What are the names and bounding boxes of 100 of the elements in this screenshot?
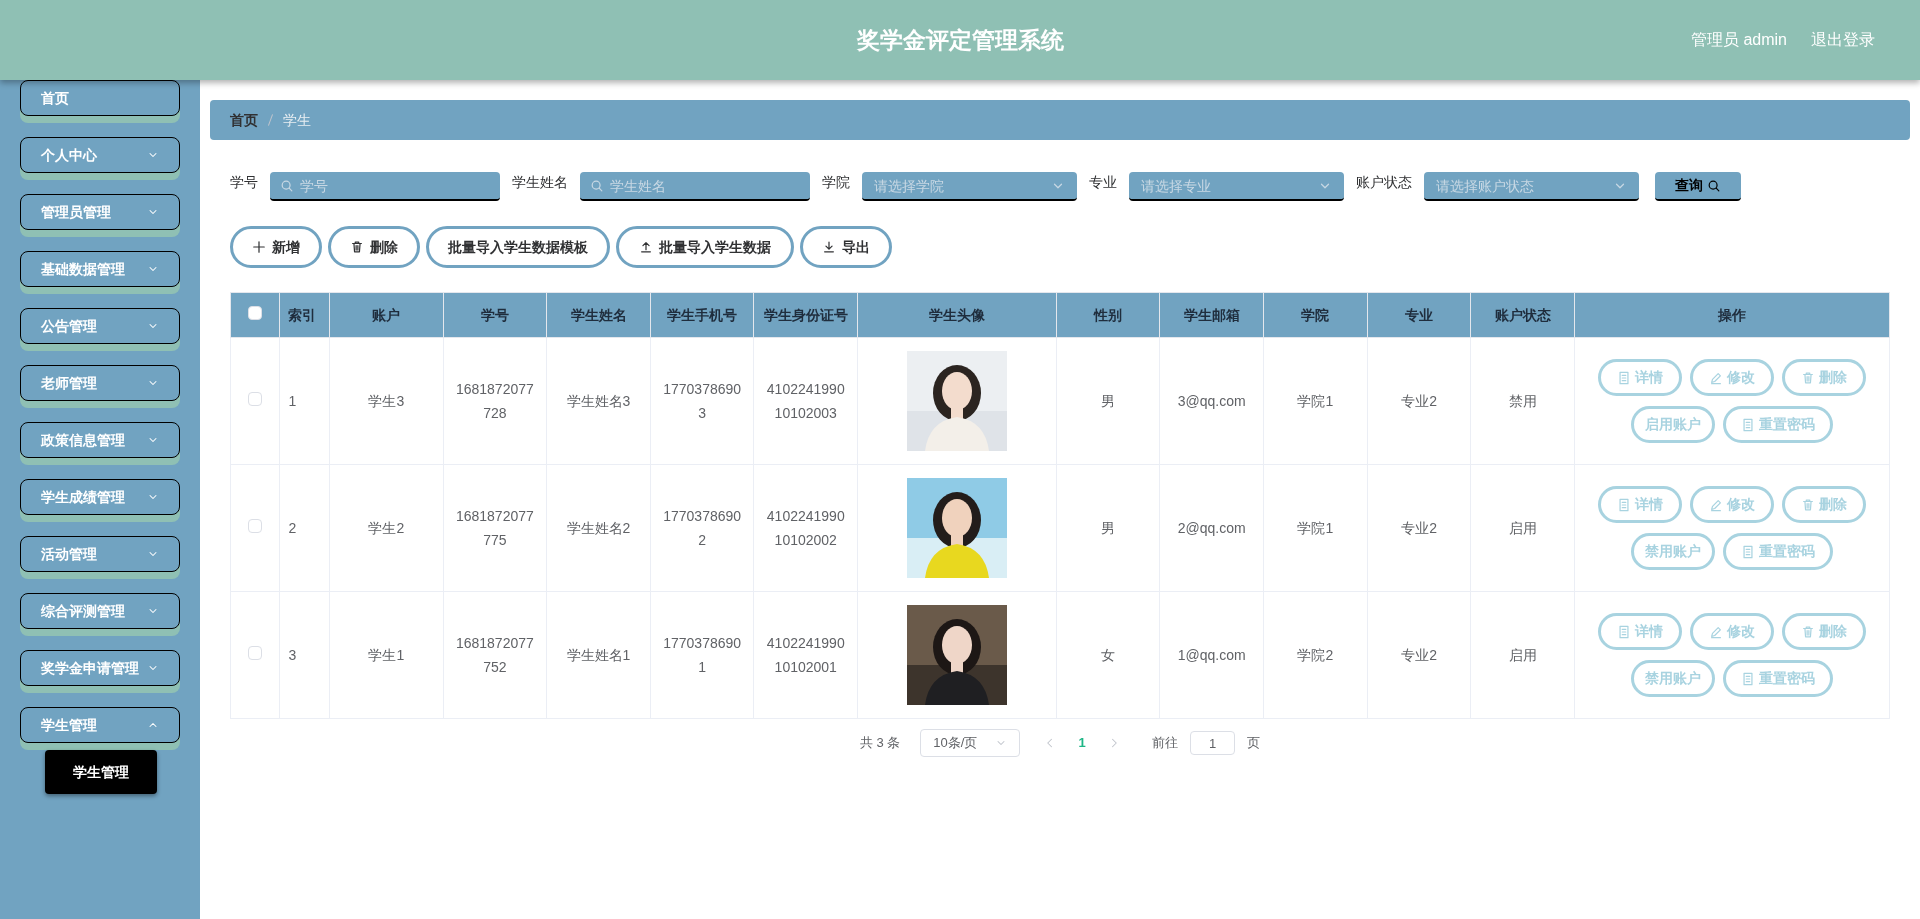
- action-button[interactable]: 删除: [1782, 613, 1867, 650]
- table-cell-text: 专业2: [1401, 392, 1437, 411]
- column-header: 性别: [1093, 306, 1122, 323]
- action-button[interactable]: 重置密码: [1723, 533, 1834, 570]
- column-header: 账户状态: [1494, 306, 1551, 323]
- table-cell-text: 17703786901: [662, 634, 743, 677]
- table-cell-text: 启用: [1508, 519, 1537, 538]
- input-field[interactable]: 学号: [270, 172, 500, 201]
- doc-icon: [1741, 417, 1756, 432]
- field-label: 账户状态: [1356, 173, 1412, 192]
- table-cell-text: 禁用: [1508, 392, 1537, 411]
- table-cell-text: 女: [1100, 646, 1115, 665]
- toolbar-button[interactable]: 批量导入学生数据: [616, 226, 794, 268]
- field-label: 学院: [822, 173, 850, 192]
- column-header: 学生手机号: [667, 306, 738, 323]
- row-checkbox[interactable]: [248, 645, 263, 660]
- select-field[interactable]: 请选择专业: [1129, 172, 1344, 201]
- table-cell-text: 1681872077752: [454, 634, 535, 677]
- logout-link[interactable]: 退出登录: [1811, 28, 1875, 52]
- table-cell-text: 学院1: [1297, 392, 1334, 411]
- table-cell-text: 2@qq.com: [1177, 519, 1246, 538]
- field-label: 专业: [1089, 173, 1117, 192]
- column-header: 学号: [480, 306, 509, 323]
- trash-icon: [1801, 624, 1816, 639]
- table-cell-text: 410224199010102003: [765, 380, 846, 423]
- search-icon: [1707, 178, 1721, 193]
- pencil-icon: [1709, 370, 1724, 385]
- search-icon: [590, 179, 604, 193]
- table-cell-text: 学生姓名2: [566, 519, 631, 538]
- table-cell-text: 410224199010102002: [765, 507, 846, 550]
- upload-icon: [639, 240, 653, 254]
- row-checkbox[interactable]: [248, 391, 263, 406]
- page-size-select[interactable]: 10条/页: [920, 729, 1021, 757]
- action-button[interactable]: 修改: [1690, 486, 1775, 523]
- toolbar-button[interactable]: 导出: [800, 226, 892, 268]
- submenu-item[interactable]: 学生管理: [45, 750, 157, 794]
- column-header: 学生身份证号: [763, 306, 848, 323]
- action-button[interactable]: 详情: [1598, 486, 1683, 523]
- select-field[interactable]: 请选择账户状态: [1424, 172, 1639, 201]
- table-cell-text: 学生姓名3: [566, 392, 631, 411]
- doc-icon: [1617, 497, 1632, 512]
- app-title: 奖学金评定管理系统: [856, 25, 1064, 55]
- doc-icon: [1617, 624, 1632, 639]
- table-cell-text: 410224199010102001: [765, 634, 846, 677]
- breadcrumb-item: 学生: [283, 111, 311, 130]
- download-icon: [822, 240, 836, 254]
- field-label: 学生姓名: [512, 173, 568, 192]
- select-all-checkbox[interactable]: [248, 305, 263, 320]
- action-button[interactable]: 详情: [1598, 359, 1683, 396]
- action-button[interactable]: 启用账户: [1631, 406, 1716, 443]
- action-button[interactable]: 删除: [1782, 359, 1867, 396]
- doc-icon: [1741, 544, 1756, 559]
- table-cell-text: 男: [1100, 392, 1115, 411]
- table-cell-text: 2: [288, 519, 297, 538]
- action-button[interactable]: 禁用账户: [1631, 660, 1716, 697]
- action-button[interactable]: 修改: [1690, 613, 1775, 650]
- table-cell-text: 专业2: [1401, 646, 1437, 665]
- toolbar-button[interactable]: 新增: [230, 226, 322, 268]
- action-button[interactable]: 禁用账户: [1631, 533, 1716, 570]
- table-cell-text: 1681872077775: [454, 507, 535, 550]
- column-header: 账户: [372, 306, 401, 323]
- breadcrumb-item[interactable]: 首页: [230, 110, 258, 130]
- column-header: 操作: [1718, 306, 1747, 323]
- column-header: 学生邮箱: [1183, 306, 1240, 323]
- action-button[interactable]: 详情: [1598, 613, 1683, 650]
- table-cell-text: 学生姓名1: [566, 646, 631, 665]
- trash-icon: [1801, 497, 1816, 512]
- field-label: 学号: [230, 173, 258, 192]
- table-cell-text: 3: [288, 646, 297, 665]
- query-button[interactable]: 查询: [1655, 172, 1741, 201]
- select-field[interactable]: 请选择学院: [862, 172, 1077, 201]
- trash-icon: [350, 240, 364, 254]
- table-cell-text: 男: [1100, 519, 1115, 538]
- trash-icon: [1801, 370, 1816, 385]
- table-cell-text: 学生3: [368, 392, 405, 411]
- row-checkbox[interactable]: [248, 518, 263, 533]
- page-input[interactable]: 1: [1190, 731, 1236, 755]
- column-header: 学生头像: [928, 306, 985, 323]
- table-cell-text: 学生1: [368, 646, 405, 665]
- pencil-icon: [1709, 497, 1724, 512]
- table-cell-text: 17703786902: [662, 507, 743, 550]
- table-cell-text: 启用: [1508, 646, 1537, 665]
- input-field[interactable]: 学生姓名: [580, 172, 810, 201]
- page-button[interactable]: 1: [1068, 733, 1097, 753]
- toolbar-button[interactable]: 批量导入学生数据模板: [426, 226, 610, 268]
- table-cell-text: 1681872077728: [454, 380, 535, 423]
- toolbar-button[interactable]: 删除: [328, 226, 420, 268]
- table-cell-text: 1: [288, 392, 297, 411]
- goto-label: 前往: [1152, 734, 1179, 753]
- action-button[interactable]: 修改: [1690, 359, 1775, 396]
- pencil-icon: [1709, 624, 1724, 639]
- action-button[interactable]: 重置密码: [1723, 660, 1834, 697]
- column-header: 专业: [1405, 306, 1434, 323]
- user-label: 管理员 admin: [1690, 30, 1787, 50]
- doc-icon: [1617, 370, 1632, 385]
- total-count: 共 3 条: [859, 734, 901, 753]
- action-button[interactable]: 重置密码: [1723, 406, 1834, 443]
- table-cell-text: 3@qq.com: [1177, 392, 1246, 411]
- action-button[interactable]: 删除: [1782, 486, 1867, 523]
- column-header: 索引: [288, 306, 317, 323]
